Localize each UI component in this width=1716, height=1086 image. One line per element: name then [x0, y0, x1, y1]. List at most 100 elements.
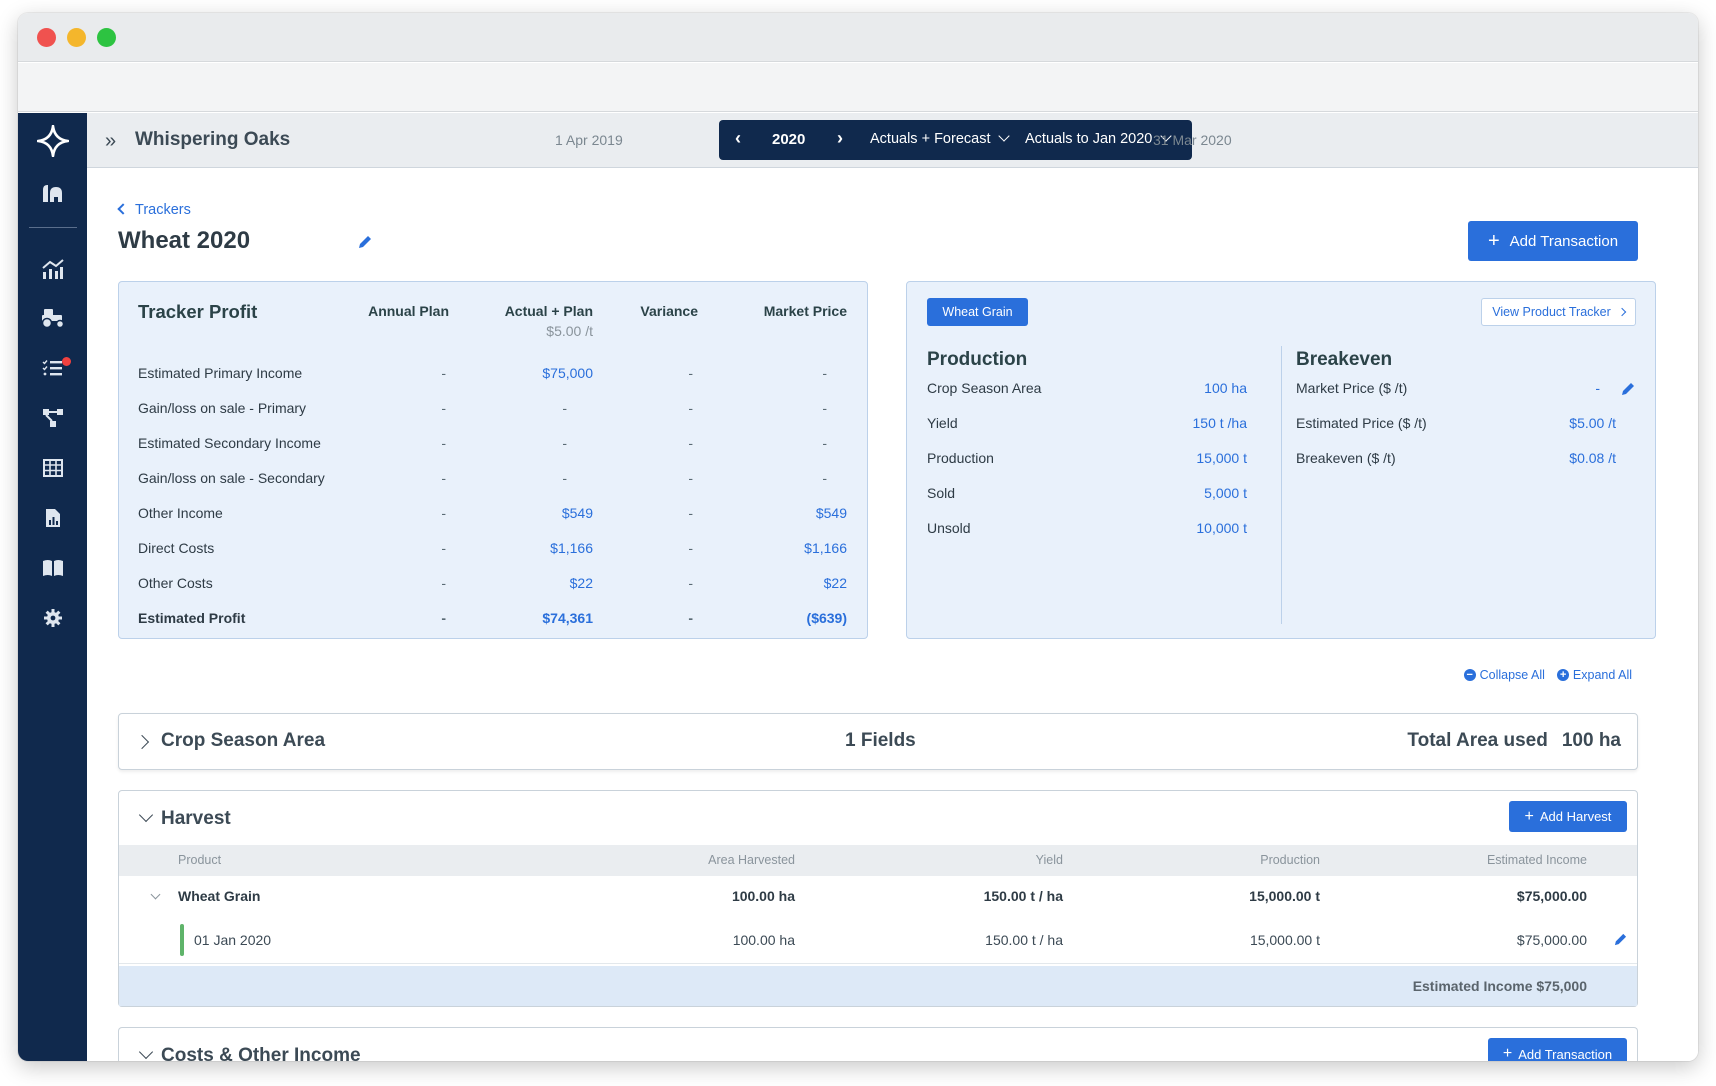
col-production[interactable]: Production — [1260, 853, 1320, 867]
harvest-entry-row[interactable]: 01 Jan 2020 100.00 ha 150.00 t / ha 15,0… — [119, 920, 1637, 964]
production-row: Unsold 10,000 t — [927, 520, 1247, 540]
back-to-trackers-link[interactable]: Trackers — [117, 202, 191, 218]
plus-circle-icon: + — [1556, 669, 1569, 681]
actual-plan-value: - — [562, 470, 567, 486]
col-area-harvested[interactable]: Area Harvested — [708, 853, 795, 867]
row-label: Estimated Profit — [138, 610, 246, 626]
minimize-window-button[interactable] — [67, 28, 86, 47]
product-income: $75,000.00 — [1516, 888, 1587, 904]
column-divider — [1281, 346, 1282, 624]
forecast-mode-dropdown[interactable]: Actuals + Forecast — [870, 130, 1011, 147]
col-estimated-income[interactable]: Estimated Income — [1487, 853, 1587, 867]
context-bar: » Whispering Oaks 1 Apr 2019 ‹ 2020 › Ac… — [87, 113, 1698, 168]
add-transaction-label: Add Transaction — [1509, 232, 1619, 250]
previous-year-button[interactable]: ‹ — [735, 128, 741, 149]
profit-row: Estimated Profit - $74,361 - ($639) — [119, 610, 867, 630]
row-label: Gain/loss on sale - Secondary — [138, 470, 325, 486]
row-label: Direct Costs — [138, 540, 215, 556]
profit-row: Gain/loss on sale - Primary - - - - — [119, 400, 867, 420]
actual-plan-value: $75,000 — [542, 365, 593, 381]
production-heading: Production — [927, 349, 1028, 370]
crop-season-area-section[interactable]: Crop Season Area 1 Fields Total Area use… — [118, 713, 1638, 770]
chevron-down-icon[interactable] — [138, 807, 154, 823]
gear-icon[interactable] — [18, 601, 87, 635]
add-transaction-button[interactable]: + Add Transaction — [1468, 221, 1638, 261]
harvest-product-row[interactable]: Wheat Grain 100.00 ha 150.00 t / ha 15,0… — [119, 876, 1637, 920]
col-product[interactable]: Product — [178, 853, 221, 867]
plus-icon: + — [1524, 807, 1534, 825]
chart-icon[interactable] — [18, 252, 87, 286]
table-icon[interactable] — [18, 451, 87, 485]
row-label: Other Costs — [138, 575, 213, 591]
profit-row: Estimated Secondary Income - - - - — [119, 435, 867, 455]
product-summary-card: Wheat Grain View Product Tracker Product… — [906, 281, 1656, 639]
close-window-button[interactable] — [37, 28, 56, 47]
harvest-footer: Estimated Income $75,000 — [119, 966, 1637, 1006]
actuals-to-dropdown[interactable]: Actuals to Jan 2020 — [1025, 130, 1173, 147]
edit-market-price-pencil-icon[interactable] — [1621, 382, 1635, 401]
col-yield[interactable]: Yield — [1036, 853, 1063, 867]
production-value: 100 ha — [1204, 380, 1247, 396]
chevron-down-icon[interactable] — [150, 889, 161, 900]
harvest-table-header: Product Area Harvested Yield Production … — [119, 845, 1637, 876]
market-price-value: $1,166 — [804, 540, 847, 556]
add-harvest-button[interactable]: + Add Harvest — [1509, 801, 1627, 832]
product-tag-wheat-grain[interactable]: Wheat Grain — [927, 298, 1028, 326]
entry-date: 01 Jan 2020 — [194, 932, 272, 948]
variance-value: - — [688, 470, 693, 486]
product-yield: 150.00 t / ha — [983, 888, 1063, 904]
tasks-icon[interactable] — [18, 351, 87, 385]
view-product-tracker-label: View Product Tracker — [1492, 305, 1611, 319]
breakeven-label: Breakeven ($ /t) — [1296, 450, 1396, 466]
tracker-profit-title: Tracker Profit — [138, 301, 258, 322]
actual-plan-value: $1,166 — [550, 540, 593, 556]
chevron-right-icon[interactable] — [134, 734, 150, 750]
costs-other-income-section: Costs & Other Income + Add Transaction — [118, 1027, 1638, 1061]
edit-title-pencil-icon[interactable] — [358, 235, 372, 254]
farm-name[interactable]: Whispering Oaks — [135, 129, 290, 151]
total-area: Total Area used 100 ha — [1407, 730, 1621, 752]
entry-yield: 150.00 t / ha — [985, 932, 1063, 948]
plus-icon: + — [1487, 230, 1500, 252]
breakeven-row: Estimated Price ($ /t) $5.00 /t — [1296, 415, 1616, 435]
next-year-button[interactable]: › — [837, 128, 843, 149]
breakeven-value[interactable]: - — [1595, 380, 1600, 396]
add-transaction-costs-button[interactable]: + Add Transaction — [1488, 1038, 1627, 1061]
variance-value: - — [688, 505, 693, 521]
view-product-tracker-button[interactable]: View Product Tracker — [1481, 298, 1636, 326]
sidebar — [18, 113, 87, 1061]
logo-star-icon[interactable] — [18, 121, 87, 161]
report-icon[interactable] — [18, 501, 87, 535]
farm-icon[interactable] — [18, 176, 87, 210]
production-label: Unsold — [927, 520, 971, 536]
page-title: Wheat 2020 — [118, 227, 251, 254]
estimated-income-total: Estimated Income $75,000 — [1412, 978, 1587, 994]
col-variance: Variance — [640, 303, 698, 319]
chevron-down-icon[interactable] — [138, 1044, 154, 1060]
edit-entry-pencil-icon[interactable] — [1614, 933, 1627, 949]
harvest-section: Harvest + Add Harvest Product Area Harves… — [118, 790, 1638, 1007]
expand-sidebar-icon[interactable]: » — [105, 130, 116, 153]
breakeven-value: $5.00 /t — [1569, 415, 1616, 431]
variance-value: - — [688, 575, 693, 591]
browser-toolbar — [18, 63, 1698, 112]
workflow-icon[interactable] — [18, 401, 87, 435]
expand-all-button[interactable]: + Expand All — [1556, 668, 1632, 682]
book-icon[interactable] — [18, 551, 87, 585]
variance-value: - — [688, 365, 693, 381]
annual-plan-value: - — [441, 400, 446, 416]
chevron-right-icon — [1617, 307, 1627, 317]
minus-circle-icon: − — [1463, 669, 1476, 681]
sidebar-divider — [29, 227, 77, 228]
collapse-all-button[interactable]: − Collapse All — [1463, 668, 1545, 682]
tractor-icon[interactable] — [18, 301, 87, 335]
maximize-window-button[interactable] — [97, 28, 116, 47]
actual-plan-price: $5.00 /t — [546, 323, 593, 339]
col-actual-plan: Actual + Plan — [504, 303, 593, 319]
profit-row: Other Costs - $22 - $22 — [119, 575, 867, 595]
entry-area: 100.00 ha — [732, 932, 795, 948]
row-label: Other Income — [138, 505, 223, 521]
tracker-profit-card: Tracker Profit Annual Plan Actual + Plan… — [118, 281, 868, 639]
breakeven-row: Breakeven ($ /t) $0.08 /t — [1296, 450, 1616, 470]
main-content: Trackers Wheat 2020 + Add Transaction Tra… — [87, 169, 1698, 1061]
